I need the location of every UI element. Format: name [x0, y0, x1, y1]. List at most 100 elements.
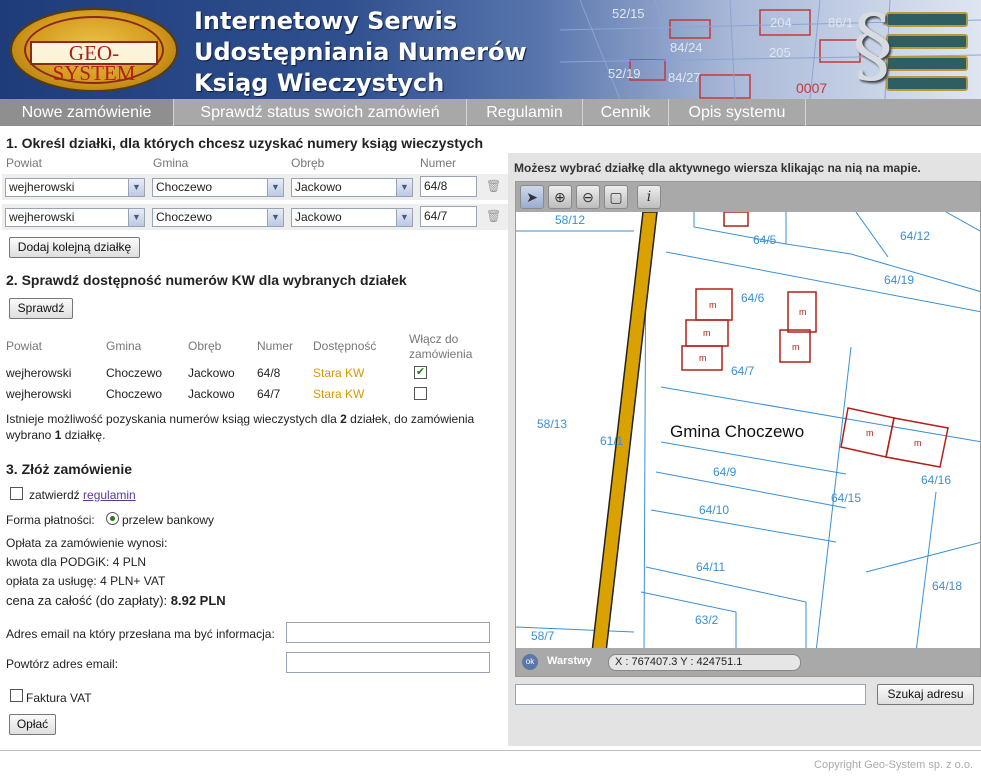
header-map-label: 205 — [769, 45, 791, 60]
total-price: cena za całość (do zapłaty): 8.92 PLN — [6, 593, 226, 608]
chevron-down-icon: ▼ — [128, 179, 144, 196]
header-map-label: 84/27 — [668, 70, 701, 85]
powiat-select[interactable]: wejherowski ▼ — [5, 178, 145, 197]
header-map-label: 0007 — [796, 80, 827, 96]
result-cell: Choczewo — [106, 366, 163, 380]
numer-input[interactable]: 64/8 — [420, 176, 477, 197]
parcel-label: 64/7 — [731, 364, 755, 378]
building-glyph: m — [792, 342, 800, 352]
parcel-label: 58/13 — [537, 417, 567, 431]
fee-service: opłata za usługę: 4 PLN+ VAT — [6, 574, 166, 588]
include-checkbox[interactable] — [414, 387, 427, 400]
invoice-checkbox[interactable] — [10, 689, 23, 702]
search-address-button[interactable]: Szukaj adresu — [877, 684, 974, 705]
zoom-in-icon[interactable]: ⊕ — [548, 185, 572, 209]
email-repeat-field[interactable] — [286, 652, 490, 673]
pointer-icon[interactable]: ➤ — [520, 185, 544, 209]
payment-label: Forma płatności: — [6, 513, 95, 527]
fee-intro: Opłata za zamówienie wynosi: — [6, 536, 168, 550]
accept-terms-label: zatwierdź regulamin — [29, 488, 136, 502]
obreb-select[interactable]: Jackowo ▼ — [291, 178, 413, 197]
trash-icon[interactable]: 🗑 — [486, 209, 501, 223]
building-glyph: m — [703, 328, 711, 338]
result-header-powiat: Powiat — [6, 339, 43, 353]
chevron-down-icon: ▼ — [396, 209, 412, 226]
email-label: Adres email na który przesłana ma być in… — [6, 627, 275, 641]
chevron-down-icon: ▼ — [128, 209, 144, 226]
main-nav: Nowe zamówienie Sprawdź status swoich za… — [0, 99, 981, 126]
availability-summary: Istnieje możliwość pozyskania numerów ks… — [6, 412, 475, 442]
parcel-label: 58/7 — [531, 629, 555, 643]
parcel-label: 64/11 — [696, 560, 725, 574]
header-map-label: 204 — [770, 15, 792, 30]
tab-new-order[interactable]: Nowe zamówienie — [0, 99, 174, 126]
zoom-extent-icon[interactable]: ▢ — [604, 185, 628, 209]
building-glyph: m — [799, 307, 807, 317]
gmina-label: Gmina Choczewo — [670, 422, 804, 441]
info-icon[interactable]: i — [637, 185, 661, 209]
result-header-numer: Numer — [257, 339, 294, 353]
result-cell: Jackowo — [188, 387, 235, 401]
parcel-label: 58/12 — [555, 213, 585, 227]
parcel-label: 64/18 — [932, 579, 962, 593]
accept-terms-checkbox[interactable] — [10, 487, 23, 500]
obreb-select[interactable]: Jackowo ▼ — [291, 208, 413, 227]
pay-button[interactable]: Opłać — [9, 714, 56, 735]
zoom-out-icon[interactable]: ⊖ — [576, 185, 600, 209]
parcel-label: 64/15 — [831, 491, 861, 505]
coordinates-readout: X : 767407.3 Y : 424751.1 — [608, 654, 801, 671]
site-header: 52/15 204 86/1 84/24 205 52/19 84/27 000… — [0, 0, 981, 99]
bank-transfer-radio[interactable] — [106, 512, 119, 525]
building-glyph: m — [866, 428, 874, 438]
building-glyph: m — [914, 438, 922, 448]
building-glyph: m — [699, 353, 707, 363]
gmina-select[interactable]: Choczewo ▼ — [152, 208, 284, 227]
ok-icon[interactable]: ok — [522, 654, 538, 670]
col-header-gmina: Gmina — [153, 156, 189, 170]
site-title: Internetowy Serwis Udostępniania Numerów… — [194, 6, 527, 99]
parcel-label: 64/9 — [713, 465, 737, 479]
parcel-label: 64/12 — [900, 229, 930, 243]
add-parcel-button[interactable]: Dodaj kolejną działkę — [9, 237, 140, 258]
col-header-obreb: Obręb — [291, 156, 325, 170]
powiat-select[interactable]: wejherowski ▼ — [5, 208, 145, 227]
address-search-input[interactable] — [515, 684, 866, 705]
map-toolbar: ➤ ⊕ ⊖ ▢ i — [516, 182, 980, 212]
step1-heading: 1. Określ działki, dla których chcesz uz… — [6, 135, 484, 151]
email-field[interactable] — [286, 622, 490, 643]
gmina-select[interactable]: Choczewo ▼ — [152, 178, 284, 197]
layers-label[interactable]: Warstwy — [547, 655, 592, 667]
header-map-label: 52/15 — [612, 6, 645, 21]
chevron-down-icon: ▼ — [396, 179, 412, 196]
result-cell: 64/7 — [257, 387, 281, 401]
map-frame: ➤ ⊕ ⊖ ▢ i m m m m m m m 58/12 64/5 64/12… — [515, 181, 981, 677]
trash-icon[interactable]: 🗑 — [486, 179, 501, 193]
parcel-label: 64/6 — [741, 291, 765, 305]
building-glyph: m — [709, 300, 717, 310]
result-header-availability: Dostępność — [313, 339, 377, 353]
header-map-label: 86/1 — [828, 15, 853, 30]
result-header-include: Włącz do zamówienia — [409, 332, 473, 361]
parcel-label: 63/2 — [695, 613, 719, 627]
step3-heading: 3. Złóż zamówienie — [6, 461, 133, 477]
col-header-powiat: Powiat — [6, 156, 43, 170]
road — [591, 212, 658, 652]
header-map-label: 52/19 — [608, 66, 641, 81]
include-checkbox[interactable]: ✔ — [414, 366, 427, 379]
chevron-down-icon: ▼ — [267, 209, 283, 226]
copyright: Copyright Geo-System sp. z o.o. — [814, 759, 973, 771]
tab-regulations[interactable]: Regulamin — [467, 99, 583, 126]
numer-input[interactable]: 64/7 — [420, 206, 477, 227]
tab-price-list[interactable]: Cennik — [583, 99, 669, 126]
check-button[interactable]: Sprawdź — [9, 298, 73, 319]
terms-link[interactable]: regulamin — [83, 488, 136, 502]
tab-order-status[interactable]: Sprawdź status swoich zamówień — [174, 99, 467, 126]
map-canvas[interactable]: m m m m m m m 58/12 64/5 64/12 64/19 64/… — [516, 212, 981, 652]
result-cell: wejherowski — [6, 366, 72, 380]
parcel-label: 64/16 — [921, 473, 951, 487]
tab-system-description[interactable]: Opis systemu — [669, 99, 806, 126]
step2-heading: 2. Sprawdź dostępność numerów KW dla wyb… — [6, 272, 407, 288]
invoice-label: Faktura VAT — [26, 691, 92, 705]
result-cell: 64/8 — [257, 366, 281, 380]
result-header-obreb: Obręb — [188, 339, 222, 353]
